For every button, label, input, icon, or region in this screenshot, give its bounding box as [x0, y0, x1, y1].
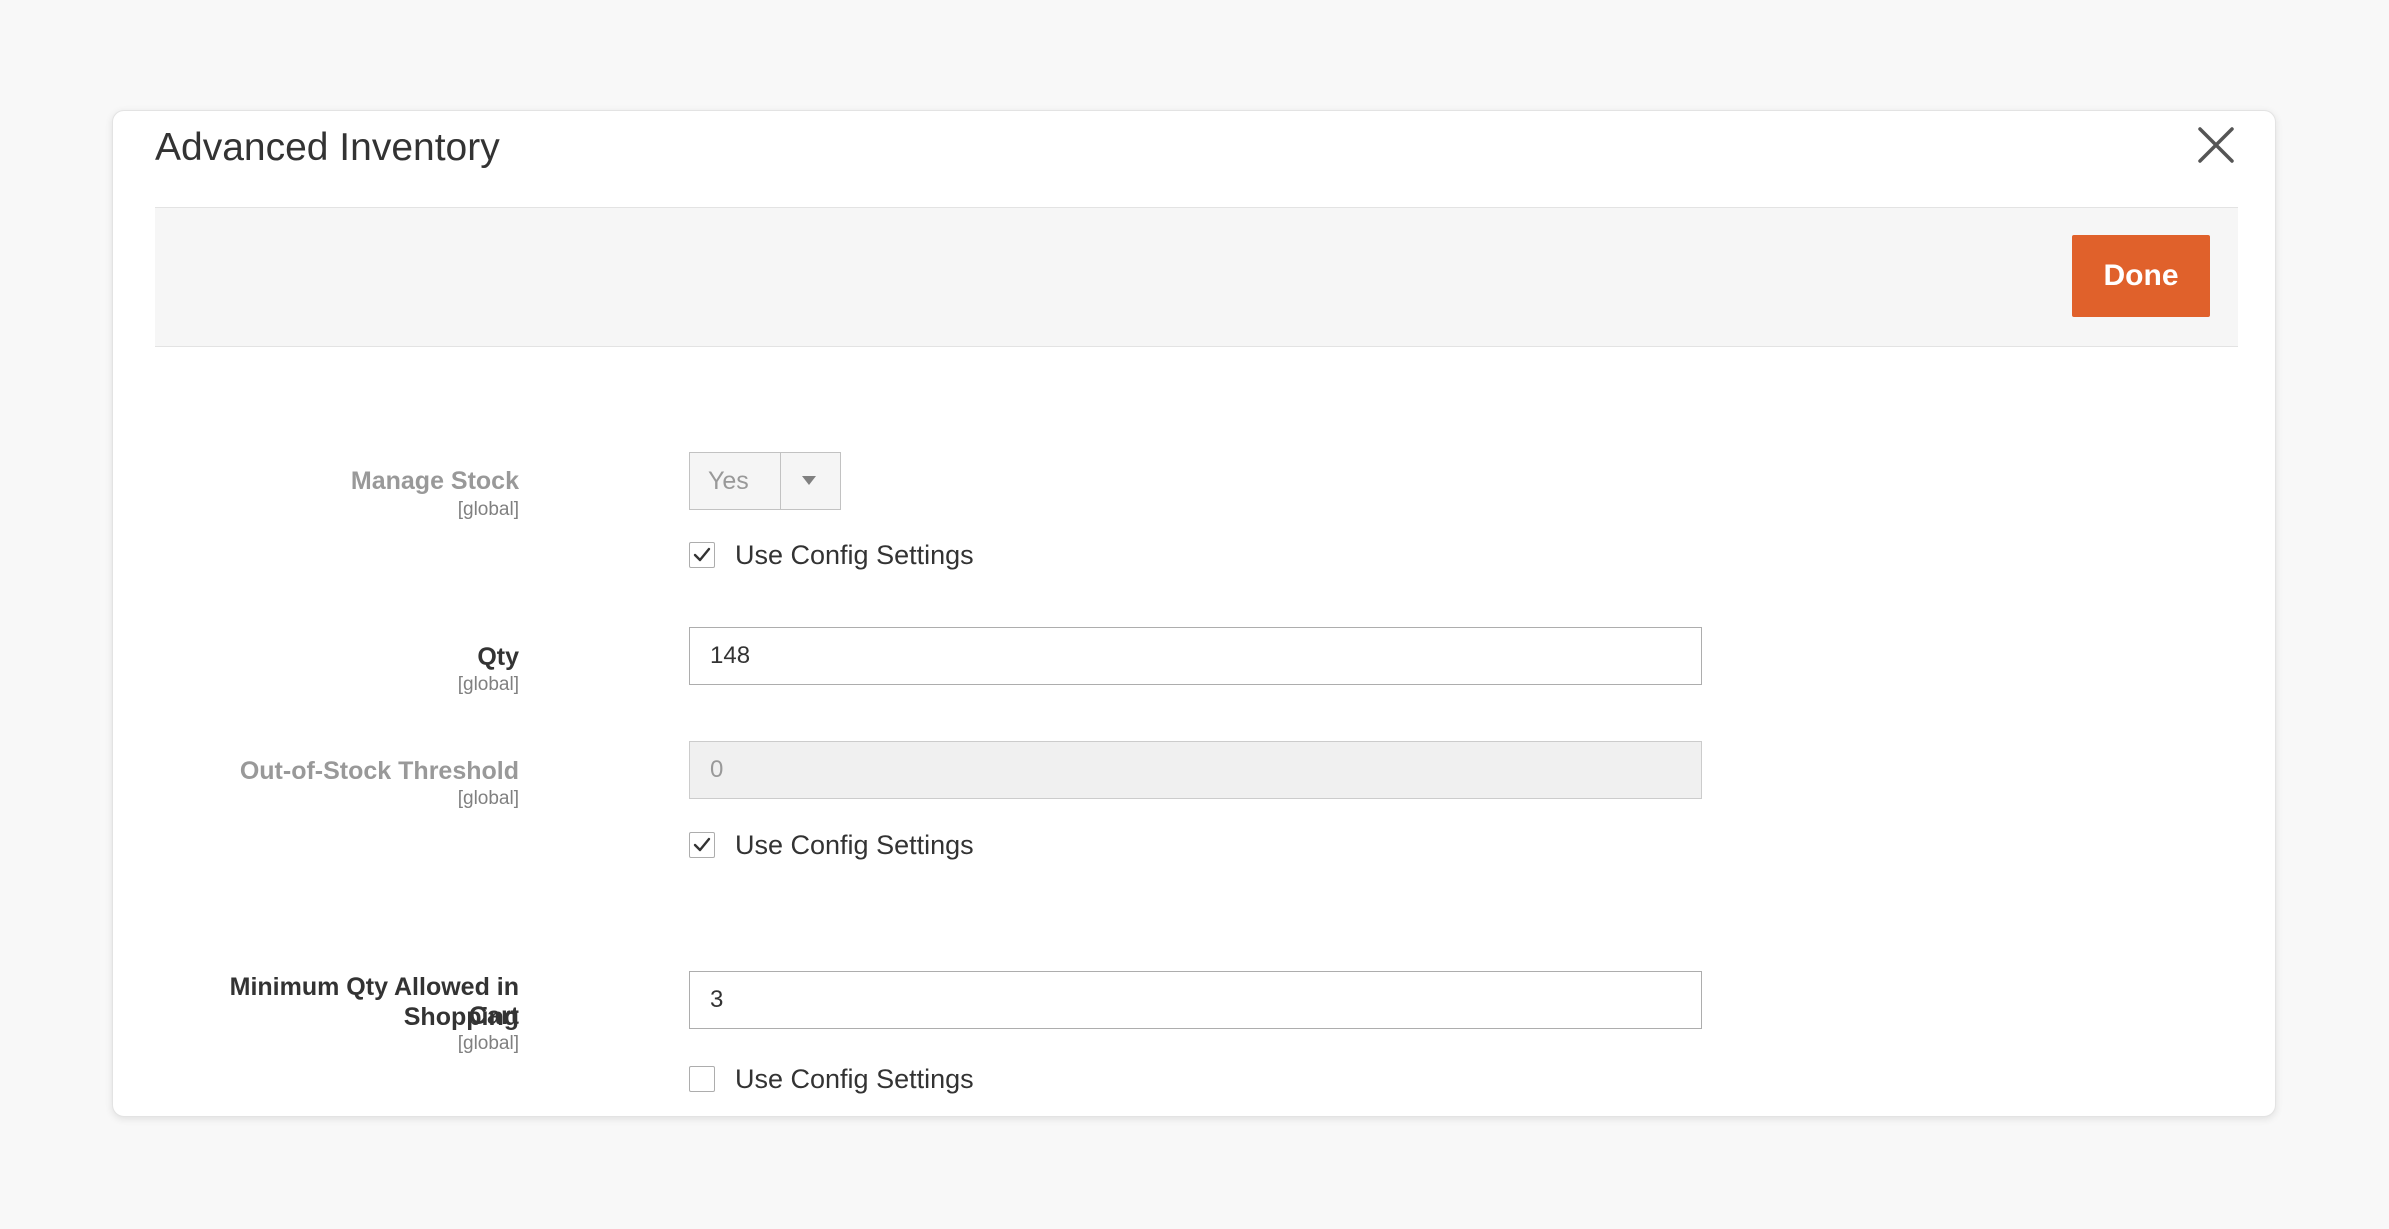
chevron-down-icon: [802, 476, 816, 485]
min-qty-cart-label-line1: Minimum Qty Allowed in Shopping: [229, 973, 519, 1031]
out-of-stock-threshold-use-config[interactable]: Use Config Settings: [689, 830, 974, 860]
manage-stock-use-config-label: Use Config Settings: [735, 539, 974, 570]
manage-stock-value: Yes: [708, 467, 749, 495]
select-divider: [780, 453, 781, 509]
qty-scope: [global]: [457, 674, 519, 695]
min-qty-cart-scope: [global]: [457, 1033, 519, 1054]
done-button[interactable]: Done: [2072, 235, 2210, 317]
out-of-stock-threshold-label: Out-of-Stock Threshold: [239, 757, 519, 785]
min-qty-cart-use-config[interactable]: Use Config Settings: [689, 1064, 974, 1094]
qty-input[interactable]: [689, 627, 1702, 685]
manage-stock-label: Manage Stock: [350, 467, 519, 495]
checkmark-icon: [693, 837, 711, 852]
qty-label: Qty: [477, 643, 519, 671]
manage-stock-scope: [global]: [457, 499, 519, 520]
manage-stock-select[interactable]: Yes: [689, 452, 841, 510]
min-qty-cart-use-config-checkbox[interactable]: [689, 1066, 715, 1092]
min-qty-cart-label-line2: Cart: [468, 1002, 519, 1030]
out-of-stock-threshold-use-config-checkbox[interactable]: [689, 832, 715, 858]
manage-stock-use-config-checkbox[interactable]: [689, 542, 715, 568]
out-of-stock-threshold-input[interactable]: [689, 741, 1702, 799]
advanced-inventory-modal: Advanced Inventory Done Manage Stock [gl…: [112, 110, 2276, 1117]
close-icon: [2194, 123, 2238, 167]
min-qty-cart-use-config-label: Use Config Settings: [735, 1063, 974, 1094]
modal-action-bar: Done: [155, 207, 2238, 347]
checkmark-icon: [693, 547, 711, 562]
out-of-stock-threshold-scope: [global]: [457, 788, 519, 809]
close-button[interactable]: [2194, 123, 2238, 167]
out-of-stock-threshold-use-config-label: Use Config Settings: [735, 829, 974, 860]
modal-title: Advanced Inventory: [155, 126, 500, 169]
min-qty-cart-input[interactable]: [689, 971, 1702, 1029]
manage-stock-use-config[interactable]: Use Config Settings: [689, 540, 974, 570]
